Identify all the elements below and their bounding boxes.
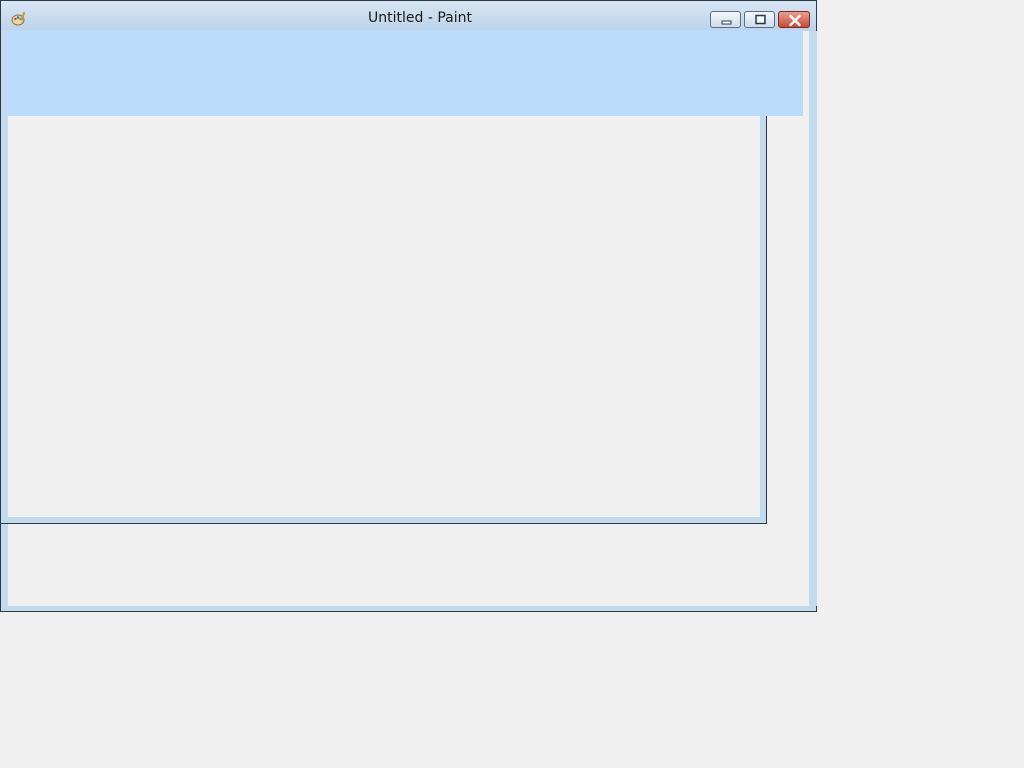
window-frame-edge — [809, 31, 817, 606]
close-button[interactable] — [778, 11, 810, 28]
canvas-area[interactable] — [8, 116, 760, 517]
maximize-icon — [755, 14, 766, 25]
close-icon — [789, 14, 801, 27]
minimize-button[interactable] — [710, 11, 741, 28]
maximize-button[interactable] — [744, 11, 775, 28]
minimize-icon — [721, 20, 732, 25]
ribbon-area — [7, 30, 803, 116]
desktop: Untitled - Paint — [0, 0, 1024, 768]
title-bar[interactable]: Untitled - Paint — [1, 1, 816, 31]
